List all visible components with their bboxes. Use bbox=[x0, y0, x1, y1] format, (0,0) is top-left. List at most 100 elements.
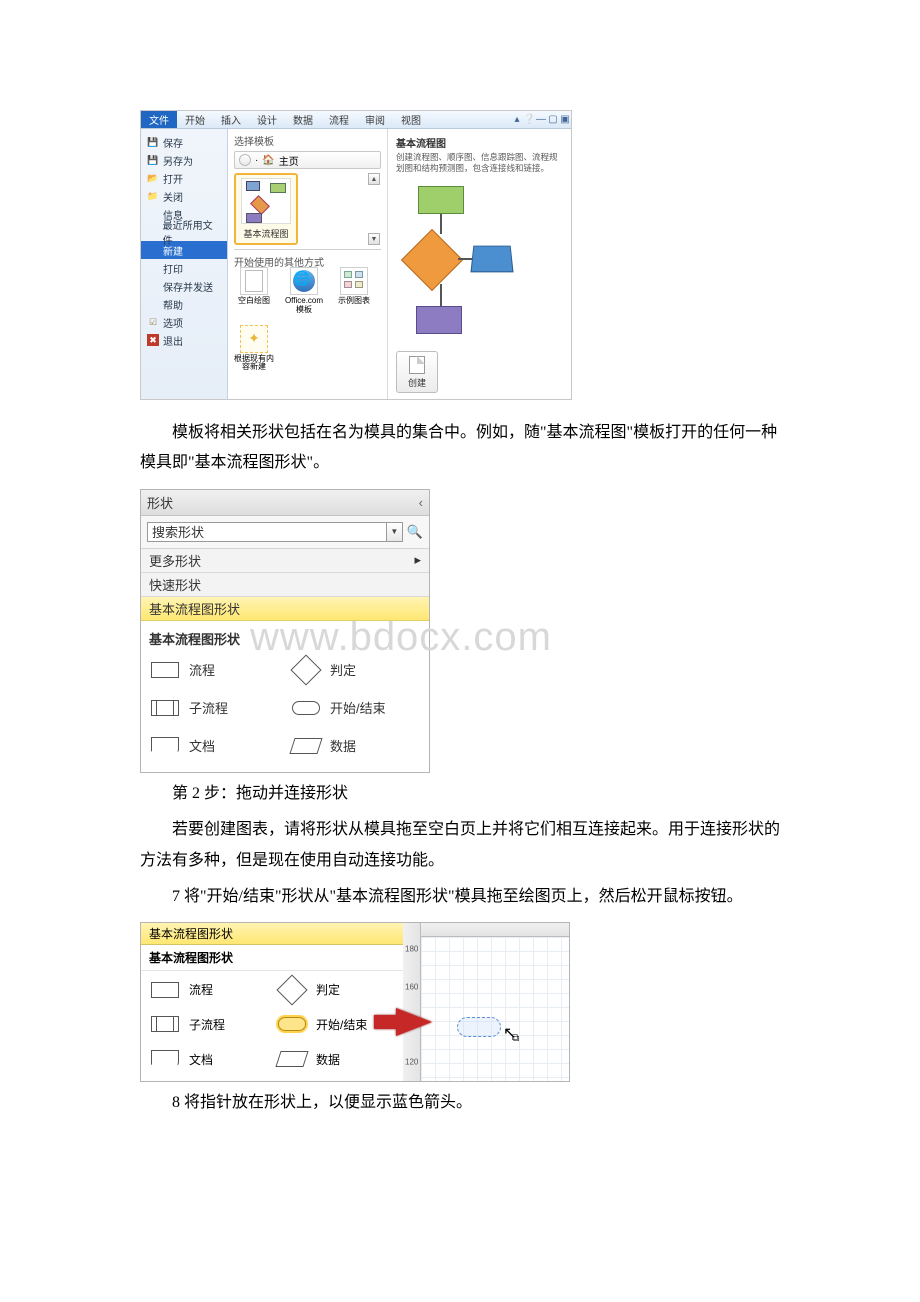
shape-process[interactable]: 流程 bbox=[149, 977, 268, 1002]
ribbon-tab-data[interactable]: 数据 bbox=[285, 111, 321, 128]
shape-document[interactable]: 文档 bbox=[149, 736, 280, 756]
process-shape-icon bbox=[149, 980, 181, 1000]
drawing-canvas[interactable]: 180 160 140 120 ↖ bbox=[403, 923, 569, 1081]
save-icon: 💾 bbox=[147, 136, 159, 148]
window-close-icon[interactable]: ▣ bbox=[559, 114, 571, 125]
sidebar-item-options[interactable]: ☑ 选项 bbox=[141, 313, 227, 331]
preview-title: 基本流程图 bbox=[396, 135, 563, 150]
ruler-label: 120 bbox=[405, 1058, 418, 1067]
from-existing-icon: ✦ bbox=[240, 325, 268, 353]
shape-process[interactable]: 流程 bbox=[149, 660, 280, 680]
ribbon-tab-process[interactable]: 流程 bbox=[321, 111, 357, 128]
help-icon[interactable]: ❔ bbox=[523, 114, 535, 125]
ribbon-tab-design[interactable]: 设计 bbox=[249, 111, 285, 128]
sidebar-item-exit[interactable]: ✖ 退出 bbox=[141, 331, 227, 349]
decision-shape-icon bbox=[276, 980, 308, 1000]
way-sample-diagrams[interactable]: 示例图表 bbox=[334, 267, 374, 315]
more-shapes-row[interactable]: 更多形状 ▸ bbox=[141, 549, 429, 573]
stencil-panel: 基本流程图形状 基本流程图形状 流程 判定 子流程 bbox=[141, 923, 403, 1081]
ribbon-tab-review[interactable]: 审阅 bbox=[357, 111, 393, 128]
sidebar-item-close[interactable]: 📁 关闭 bbox=[141, 187, 227, 205]
sidebar-item-help[interactable]: 帮助 bbox=[141, 295, 227, 313]
template-basic-flowchart[interactable]: 基本流程图 bbox=[234, 173, 298, 245]
stencil-header-label: 基本流程图形状 bbox=[149, 925, 233, 942]
way-from-existing[interactable]: ✦ 根据现有内容新建 bbox=[234, 325, 274, 373]
chevron-right-icon: ▸ bbox=[414, 552, 421, 568]
dropped-terminator-shape[interactable] bbox=[457, 1017, 501, 1037]
stencil-basic-flowchart-shapes[interactable]: 基本流程图形状 bbox=[141, 597, 429, 621]
template-scrollbar[interactable]: ▲ ▼ bbox=[367, 173, 381, 245]
sidebar-item-save[interactable]: 💾 保存 bbox=[141, 133, 227, 151]
sidebar-item-save-send[interactable]: 保存并发送 bbox=[141, 277, 227, 295]
shapes-search-input[interactable]: 搜索形状 ▼ bbox=[147, 522, 403, 542]
stencil-body: 流程 判定 子流程 开始/结束 文档 bbox=[141, 652, 429, 772]
shapes-pane-title: 形状 bbox=[147, 493, 419, 512]
way-label: 示例图表 bbox=[338, 297, 370, 306]
stencil-header-selected[interactable]: 基本流程图形状 bbox=[141, 923, 403, 945]
window-restore-icon[interactable]: ▢ bbox=[547, 114, 559, 125]
search-icon[interactable]: 🔍 bbox=[407, 524, 423, 540]
open-icon: 📂 bbox=[147, 172, 159, 184]
window-min-icon[interactable]: — bbox=[535, 114, 547, 125]
sidebar-label: 关闭 bbox=[163, 189, 183, 204]
process-shape-icon bbox=[149, 660, 181, 680]
shape-label: 数据 bbox=[330, 736, 356, 755]
template-address-bar[interactable]: · 🏠 主页 bbox=[234, 151, 381, 169]
template-label: 基本流程图 bbox=[243, 227, 288, 240]
ribbon-tab-insert[interactable]: 插入 bbox=[213, 111, 249, 128]
address-text: 主页 bbox=[279, 153, 299, 168]
shape-document[interactable]: 文档 bbox=[149, 1047, 268, 1072]
scroll-up-icon[interactable]: ▲ bbox=[368, 173, 380, 185]
shape-subprocess[interactable]: 子流程 bbox=[149, 698, 280, 718]
sidebar-label: 新建 bbox=[163, 243, 183, 258]
way-label: 根据现有内容新建 bbox=[234, 355, 274, 373]
horizontal-ruler bbox=[421, 923, 569, 937]
shape-label: 流程 bbox=[189, 981, 213, 998]
search-placeholder: 搜索形状 bbox=[148, 523, 386, 541]
sample-diagrams-icon bbox=[340, 267, 368, 295]
red-arrow-icon bbox=[396, 1008, 432, 1036]
paragraph-2: 若要创建图表，请将形状从模具拖至空白页上并将它们相互连接起来。用于连接形状的方法… bbox=[140, 815, 780, 876]
shape-label: 文档 bbox=[189, 736, 215, 755]
sidebar-item-saveas[interactable]: 💾 另存为 bbox=[141, 151, 227, 169]
nav-sep: · bbox=[255, 155, 258, 166]
search-dropdown-icon[interactable]: ▼ bbox=[386, 523, 402, 541]
ribbon-tab-file[interactable]: 文件 bbox=[141, 111, 177, 128]
shape-label: 流程 bbox=[189, 660, 215, 679]
way-label: Office.com 模板 bbox=[284, 297, 324, 315]
scroll-down-icon[interactable]: ▼ bbox=[368, 233, 380, 245]
ruler-label: 160 bbox=[405, 982, 418, 991]
collapse-icon[interactable]: ‹ bbox=[419, 495, 423, 510]
blank-icon bbox=[147, 244, 159, 256]
way-office-com[interactable]: 🌐 Office.com 模板 bbox=[284, 267, 324, 315]
shape-data[interactable]: 数据 bbox=[290, 736, 421, 756]
sidebar-item-print[interactable]: 打印 bbox=[141, 259, 227, 277]
ribbon-tab-view[interactable]: 视图 bbox=[393, 111, 429, 128]
shape-data[interactable]: 数据 bbox=[276, 1047, 395, 1072]
sidebar-item-open[interactable]: 📂 打开 bbox=[141, 169, 227, 187]
shapes-pane-header: 形状 ‹ bbox=[141, 490, 429, 516]
nav-back-icon[interactable] bbox=[239, 154, 251, 166]
options-icon: ☑ bbox=[147, 316, 159, 328]
template-picker: 选择模板 · 🏠 主页 基本流程图 bbox=[228, 129, 388, 399]
ribbon-tab-home[interactable]: 开始 bbox=[177, 111, 213, 128]
new-document-icon bbox=[409, 356, 425, 374]
stencil-label: 基本流程图形状 bbox=[149, 599, 240, 618]
decision-shape-icon bbox=[290, 660, 322, 680]
shape-decision[interactable]: 判定 bbox=[290, 660, 421, 680]
sidebar-label: 退出 bbox=[163, 333, 183, 348]
way-blank-drawing[interactable]: 空白绘图 bbox=[234, 267, 274, 315]
create-button[interactable]: 创建 bbox=[396, 351, 438, 393]
ruler-label: 180 bbox=[405, 944, 418, 953]
ribbon: 文件 开始 插入 设计 数据 流程 审阅 视图 ▴ ❔ — ▢ ▣ bbox=[141, 111, 571, 129]
template-preview: 基本流程图 创建流程图、顺序图、信息跟踪图、流程规划图和结构预测图，包含连接线和… bbox=[388, 129, 571, 399]
quick-shapes-row[interactable]: 快速形状 bbox=[141, 573, 429, 597]
sidebar-label: 打印 bbox=[163, 261, 183, 276]
shape-subprocess[interactable]: 子流程 bbox=[149, 1012, 268, 1037]
sidebar-item-recent[interactable]: 最近所用文件 bbox=[141, 223, 227, 241]
shape-label: 开始/结束 bbox=[316, 1016, 367, 1033]
shape-terminator[interactable]: 开始/结束 bbox=[290, 698, 421, 718]
minimize-ribbon-icon[interactable]: ▴ bbox=[511, 114, 523, 125]
shapes-pane-screenshot: 形状 ‹ 搜索形状 ▼ 🔍 更多形状 ▸ 快速形状 基本流程图形状 基本流程图形… bbox=[140, 489, 430, 773]
shape-decision[interactable]: 判定 bbox=[276, 977, 395, 1002]
